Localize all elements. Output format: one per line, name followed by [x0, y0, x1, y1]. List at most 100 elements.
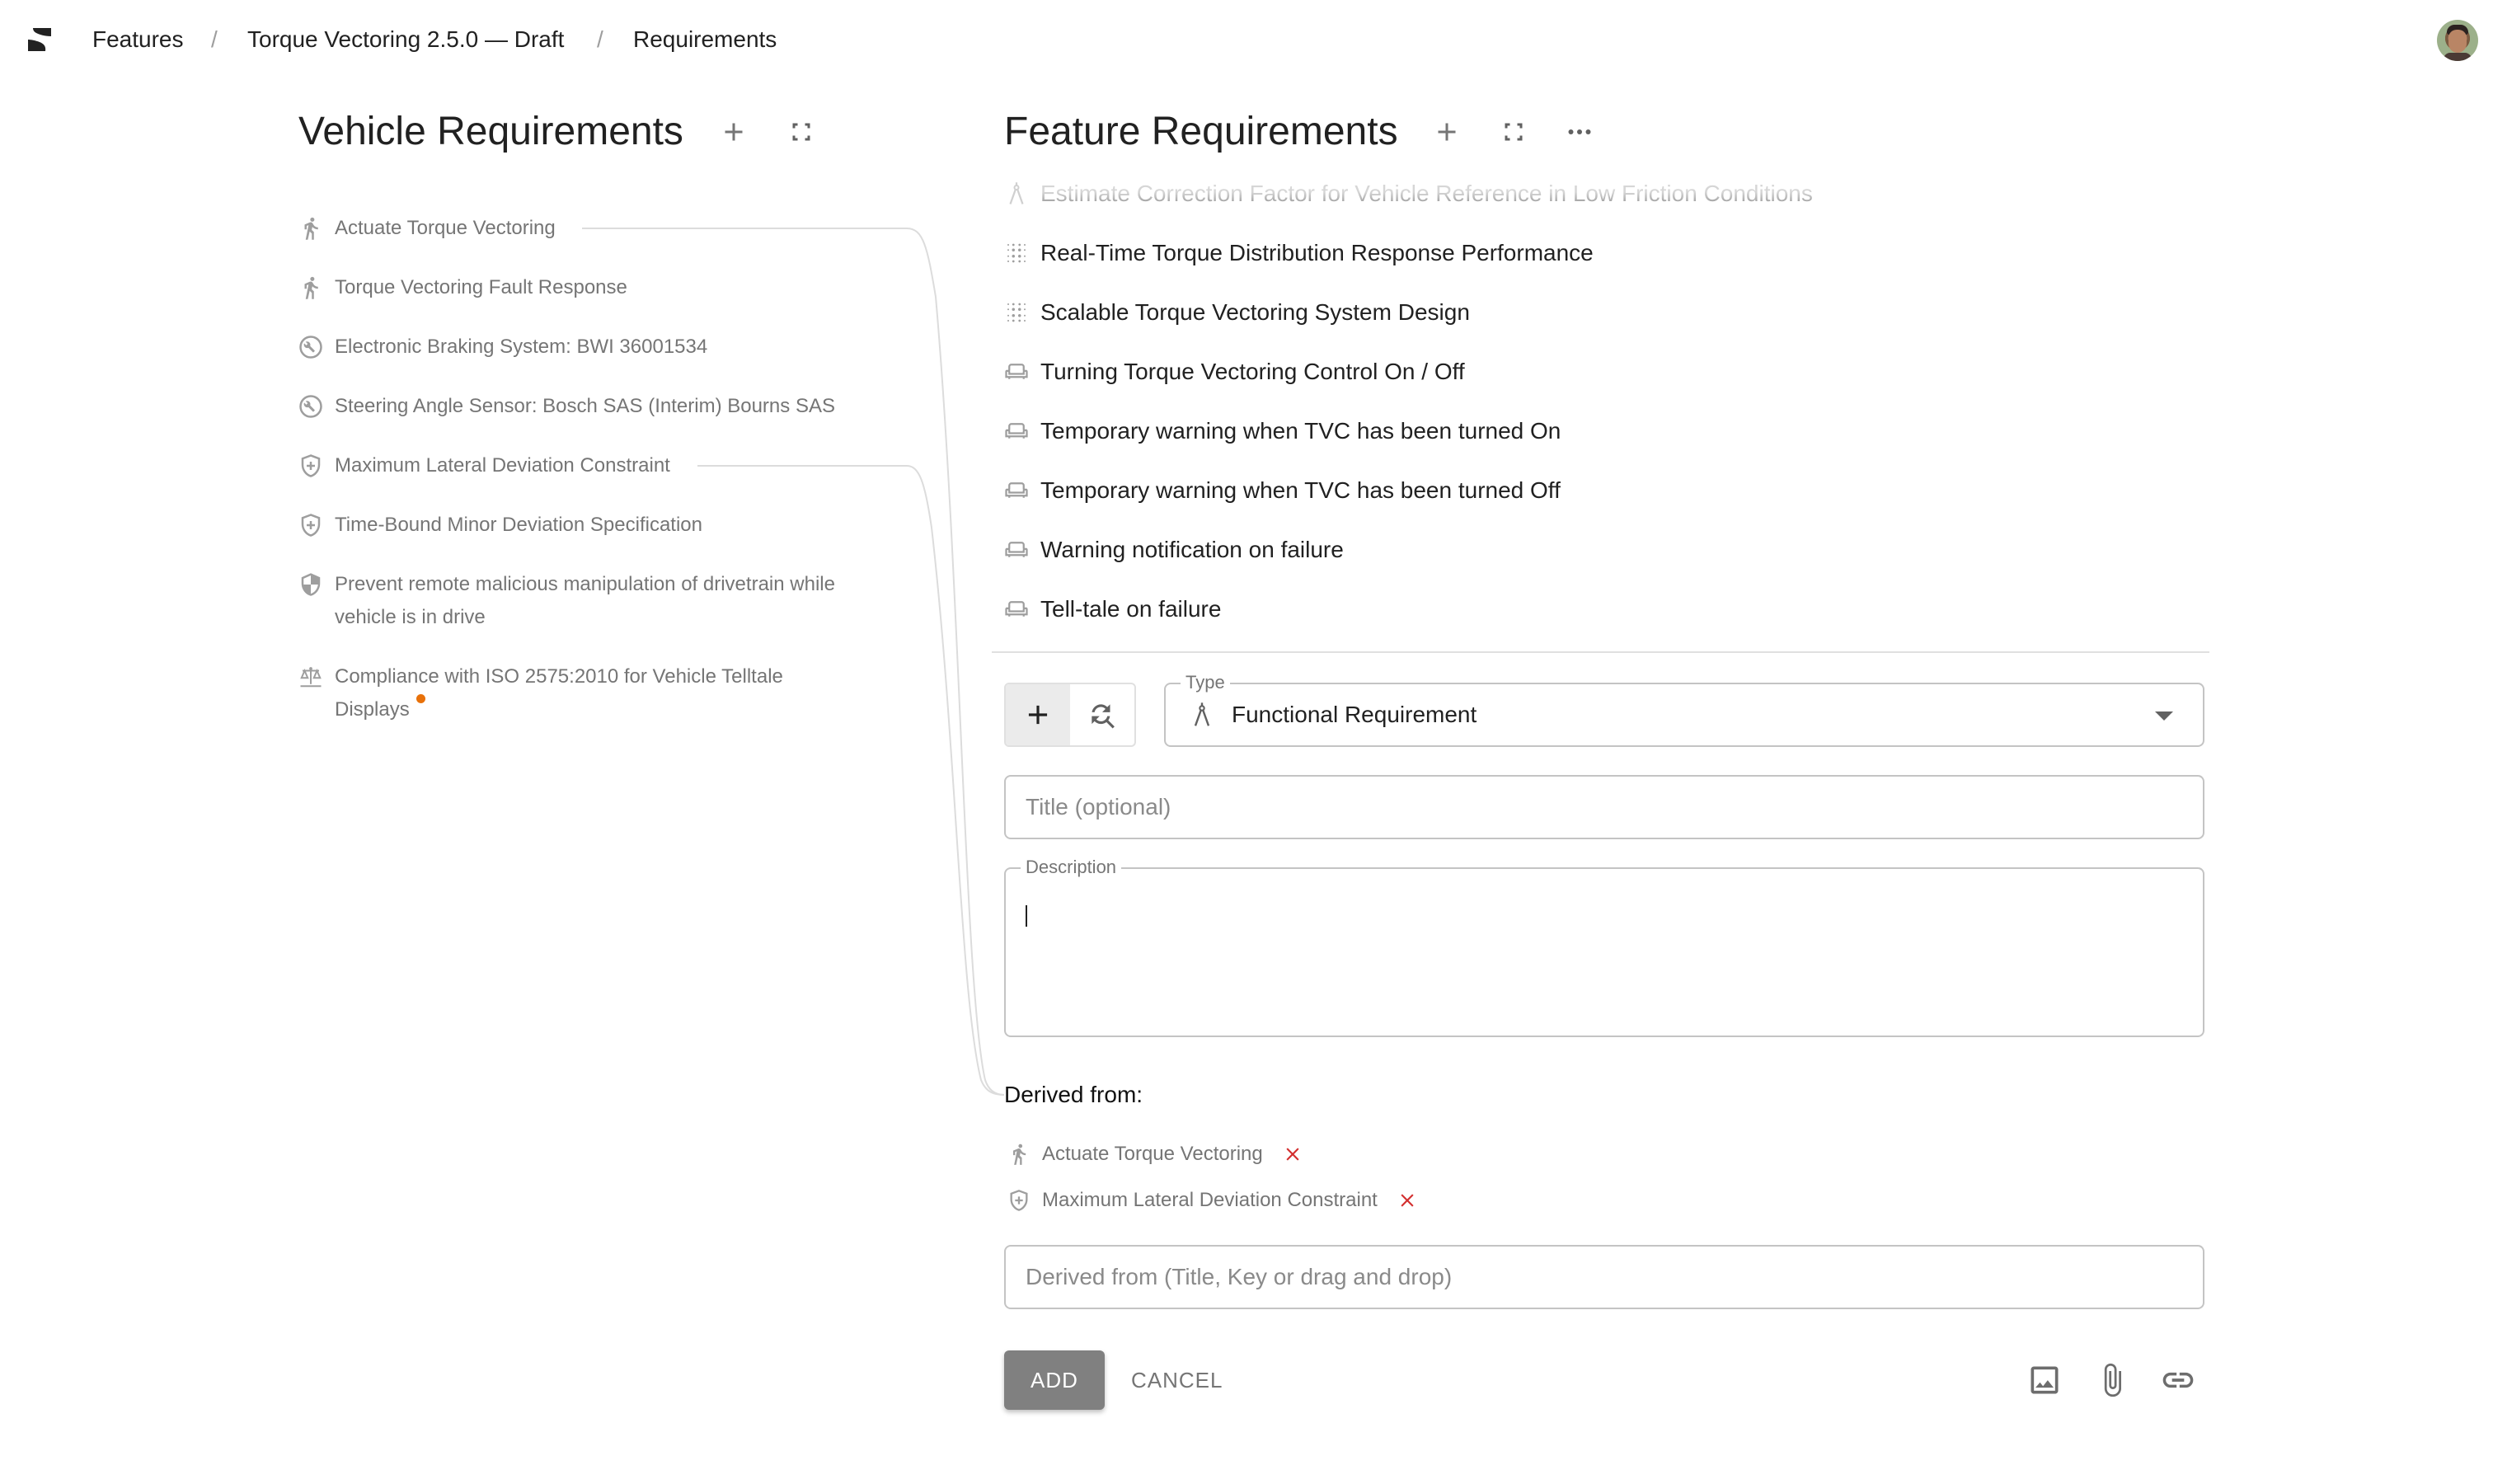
seat-icon	[1004, 415, 1032, 448]
compass-icon	[1189, 698, 1218, 731]
derived-from-label: Actuate Torque Vectoring	[1042, 1143, 1263, 1165]
fullscreen-icon	[1499, 117, 1528, 147]
find-existing-toggle[interactable]	[1070, 684, 1134, 745]
search-refresh-icon	[1087, 699, 1118, 730]
vehicle-requirement-item[interactable]: Torque Vectoring Fault Response	[298, 271, 892, 304]
plus-icon	[1022, 699, 1054, 730]
description-label: Description	[1021, 856, 1122, 879]
seat-icon	[1004, 533, 1032, 566]
remove-derived-button[interactable]	[1396, 1189, 1419, 1212]
derived-from-item: Maximum Lateral Deviation Constraint	[1007, 1186, 1419, 1215]
breadcrumb-requirements: Requirements	[633, 26, 777, 52]
breadcrumb-separator: /	[597, 26, 603, 52]
description-input[interactable]	[1024, 900, 2178, 1024]
unread-badge	[416, 694, 425, 703]
plus-icon	[719, 117, 749, 147]
connector-max-lateral-deviation	[697, 465, 1005, 1096]
add-vehicle-requirement-button[interactable]	[716, 114, 752, 150]
avatar-face	[2448, 30, 2467, 53]
derived-from-field[interactable]	[1004, 1245, 2204, 1309]
walking-person-icon	[298, 212, 325, 245]
type-label: Type	[1181, 671, 1230, 694]
insert-image-button[interactable]	[2023, 1359, 2066, 1402]
feature-requirement-item[interactable]: Real-Time Torque Distribution Response P…	[1004, 237, 1594, 270]
feature-requirement-label: Temporary warning when TVC has been turn…	[1040, 418, 1561, 444]
feature-requirement-item[interactable]: Scalable Torque Vectoring System Design	[1004, 296, 1470, 329]
vehicle-requirement-label[interactable]: Prevent remote malicious manipulation of…	[335, 568, 892, 634]
type-select[interactable]: Type Functional Requirement	[1164, 671, 2204, 747]
vehicle-requirement-item[interactable]: Maximum Lateral Deviation Constraint	[298, 449, 892, 482]
walking-person-icon	[1007, 1139, 1032, 1169]
vehicle-requirement-item[interactable]: Actuate Torque Vectoring	[298, 212, 892, 245]
create-new-toggle[interactable]	[1006, 684, 1070, 745]
app-logo[interactable]	[25, 25, 54, 54]
seat-icon	[1004, 474, 1032, 507]
user-avatar[interactable]	[2437, 20, 2478, 61]
vehicle-requirement-label[interactable]: Actuate Torque Vectoring	[335, 212, 556, 245]
walking-person-icon	[298, 271, 325, 304]
close-icon	[1397, 1190, 1418, 1211]
feature-requirement-item[interactable]: Tell-tale on failure	[1004, 593, 1221, 626]
vehicle-requirement-item[interactable]: Time-Bound Minor Deviation Specification	[298, 509, 892, 542]
derived-from-item: Actuate Torque Vectoring	[1007, 1139, 1304, 1169]
feature-requirement-label: Warning notification on failure	[1040, 537, 1344, 562]
attach-file-button[interactable]	[2091, 1359, 2134, 1402]
attachment-icon	[2094, 1362, 2130, 1398]
seat-icon	[1004, 355, 1032, 388]
type-value: Functional Requirement	[1232, 702, 1477, 727]
vehicle-requirement-item[interactable]: Steering Angle Sensor: Bosch SAS (Interi…	[298, 390, 892, 423]
breadcrumb-separator: /	[211, 26, 218, 52]
wrench-circle-icon	[298, 390, 325, 423]
feature-requirement-label: Real-Time Torque Distribution Response P…	[1040, 240, 1594, 265]
feature-requirement-label: Estimate Correction Factor for Vehicle R…	[1040, 177, 1813, 210]
title-field[interactable]	[1004, 775, 2204, 839]
vehicle-requirement-label[interactable]: Compliance with ISO 2575:2010 for Vehicl…	[335, 660, 826, 726]
vehicle-requirement-label[interactable]: Steering Angle Sensor: Bosch SAS (Interi…	[335, 390, 835, 423]
fullscreen-feature-requirements-button[interactable]	[1495, 114, 1532, 150]
feature-requirement-label: Turning Torque Vectoring Control On / Of…	[1040, 359, 1465, 384]
mode-toggle-group	[1004, 683, 1136, 747]
vehicle-requirements-title: Vehicle Requirements	[298, 110, 683, 153]
vehicle-requirement-item[interactable]: Prevent remote malicious manipulation of…	[298, 568, 892, 634]
compass-icon	[1004, 177, 1032, 210]
derived-from-input[interactable]	[1026, 1264, 2183, 1290]
vehicle-requirement-label[interactable]: Electronic Braking System: BWI 36001534	[335, 331, 707, 364]
description-field[interactable]: Description	[1004, 856, 2204, 1037]
shield-plus-icon	[1007, 1186, 1032, 1215]
image-icon	[2026, 1362, 2063, 1398]
vehicle-requirement-label[interactable]: Time-Bound Minor Deviation Specification	[335, 509, 702, 542]
feature-requirement-item[interactable]: Turning Torque Vectoring Control On / Of…	[1004, 355, 1465, 388]
remove-derived-button[interactable]	[1281, 1143, 1304, 1166]
breadcrumb-feature-version[interactable]: Torque Vectoring 2.5.0 — Draft	[247, 25, 564, 54]
feature-requirement-item[interactable]: Warning notification on failure	[1004, 533, 1344, 566]
dot-grid-icon	[1004, 237, 1032, 270]
feature-requirement-label: Temporary warning when TVC has been turn…	[1040, 477, 1561, 503]
more-icon	[1565, 117, 1594, 147]
security-shield-icon	[298, 568, 325, 601]
cancel-button[interactable]: CANCEL	[1121, 1350, 1232, 1410]
breadcrumb-features[interactable]: Features	[92, 25, 184, 54]
avatar-shirt	[2444, 53, 2472, 61]
list-form-divider	[992, 651, 2209, 653]
feature-requirement-item[interactable]: Temporary warning when TVC has been turn…	[1004, 415, 1561, 448]
vehicle-requirement-label[interactable]: Maximum Lateral Deviation Constraint	[335, 449, 670, 482]
derived-from-label: Maximum Lateral Deviation Constraint	[1042, 1189, 1378, 1211]
add-button[interactable]: ADD	[1004, 1350, 1105, 1410]
close-icon	[1282, 1144, 1303, 1165]
vehicle-requirement-item[interactable]: Compliance with ISO 2575:2010 for Vehicl…	[298, 660, 826, 726]
more-options-button[interactable]	[1561, 114, 1598, 150]
insert-link-button[interactable]	[2157, 1359, 2200, 1402]
vehicle-requirement-label[interactable]: Torque Vectoring Fault Response	[335, 271, 627, 304]
dropdown-arrow-icon	[2155, 711, 2173, 721]
fullscreen-vehicle-requirements-button[interactable]	[783, 114, 819, 150]
scale-icon	[298, 660, 325, 693]
fullscreen-icon	[786, 117, 816, 147]
feature-requirement-item[interactable]: Estimate Correction Factor for Vehicle R…	[1004, 177, 1813, 210]
vehicle-requirement-item[interactable]: Electronic Braking System: BWI 36001534	[298, 331, 892, 364]
feature-requirements-title: Feature Requirements	[1004, 110, 1398, 153]
title-input[interactable]	[1026, 794, 2183, 820]
add-feature-requirement-button[interactable]	[1429, 114, 1465, 150]
feature-requirement-label: Tell-tale on failure	[1040, 596, 1222, 622]
feature-requirement-item[interactable]: Temporary warning when TVC has been turn…	[1004, 474, 1561, 507]
plus-icon	[1432, 117, 1462, 147]
